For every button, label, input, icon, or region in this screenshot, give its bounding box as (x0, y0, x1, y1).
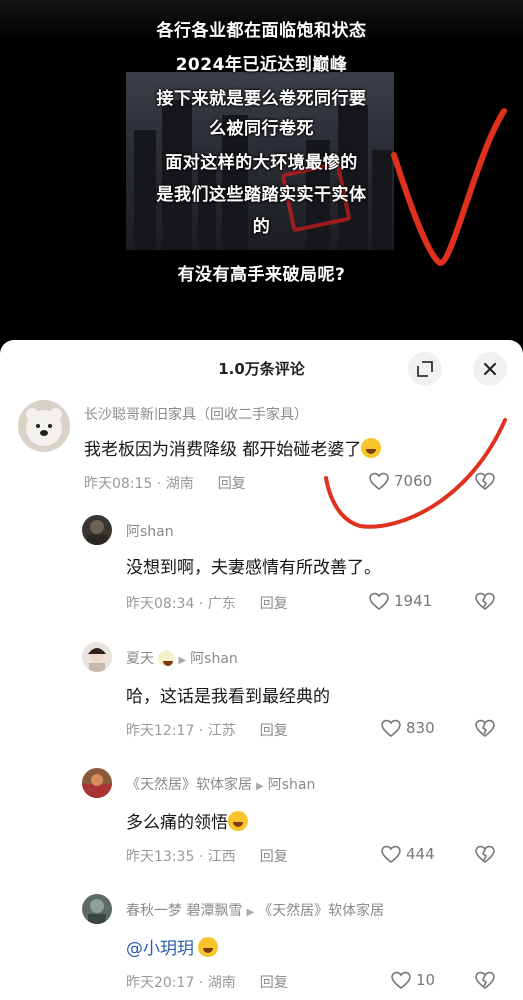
smirk-emoji-icon (228, 811, 248, 831)
expand-button[interactable] (408, 352, 442, 386)
reply-button[interactable]: 回复 (260, 596, 288, 612)
reply-meta: 昨天13:35 · 江西 回复 (126, 846, 288, 866)
reply-text: 没想到啊，夫妻感情有所改善了。 (126, 558, 381, 578)
broken-heart-icon (475, 592, 495, 611)
like-count: 444 (406, 845, 435, 863)
reply-username: 春秋一梦 碧潭飘雪 ▶ 《天然居》软体家居 (126, 900, 384, 920)
reply-text: 多么痛的领悟 (126, 808, 248, 833)
reply-meta: 昨天08:34 · 广东 回复 (126, 593, 288, 613)
reply-target-username[interactable]: 《天然居》软体家居 (258, 903, 384, 919)
broken-heart-icon (475, 971, 495, 990)
reply-time-location: 昨天20:17 · 湖南 (126, 975, 236, 991)
reply-target-username[interactable]: 阿shan (268, 777, 316, 793)
reply-target-username[interactable]: 阿shan (190, 651, 238, 667)
reply-time-location: 昨天08:34 · 广东 (126, 596, 236, 612)
like-button[interactable]: 10 (390, 970, 435, 990)
red-checkmark-annotation (391, 108, 507, 266)
reply-username: 夏天 ▶ 阿shan (126, 648, 238, 668)
dislike-button[interactable] (474, 970, 496, 994)
reply-username[interactable]: 阿shan (126, 521, 174, 541)
heart-icon (381, 719, 401, 738)
like-button[interactable]: 444 (380, 844, 435, 864)
reply-username-text[interactable]: 《天然居》软体家居 (126, 777, 252, 793)
sun-icon (158, 650, 175, 666)
reply-time-location: 昨天12:17 · 江苏 (126, 723, 236, 739)
reply-username-text[interactable]: 春秋一梦 碧潭飘雪 (126, 903, 242, 919)
comment-time-location: 昨天08:15 · 湖南 (84, 476, 194, 492)
reply-meta: 昨天20:17 · 湖南 回复 (126, 972, 288, 992)
reply-username: 《天然居》软体家居 ▶ 阿shan (126, 774, 315, 794)
close-button[interactable] (473, 352, 507, 386)
like-count: 830 (406, 719, 435, 737)
comments-count-title: 1.0万条评论 (218, 360, 305, 378)
dislike-button[interactable] (474, 591, 496, 615)
broken-heart-icon (475, 472, 495, 491)
heart-icon (369, 472, 389, 491)
reply-button[interactable]: 回复 (260, 849, 288, 865)
avatar[interactable] (82, 642, 112, 672)
avatar[interactable] (82, 768, 112, 798)
comment-text-body: 我老板因为消费降级 都开始碰老婆了 (84, 440, 362, 460)
reply-button[interactable]: 回复 (218, 476, 246, 492)
video-frame[interactable]: 各行各业都在面临饱和状态 2024年已近达到巅峰 接下来就是要么卷死同行要 么被… (0, 0, 523, 340)
reply-arrow-icon: ▶ (178, 655, 187, 666)
laughing-tears-emoji-icon (361, 438, 382, 458)
reply-text-body: 多么痛的领悟 (126, 813, 228, 833)
mention-link[interactable]: @小玥玥 (126, 939, 194, 959)
comment-text: 我老板因为消费降级 都开始碰老婆了 (84, 435, 382, 460)
comment-meta: 昨天08:15 · 湖南 回复 (84, 473, 246, 493)
comment-username[interactable]: 长沙聪哥新旧家具（回收二手家具） (84, 404, 308, 424)
like-count: 7060 (394, 472, 433, 490)
broken-heart-icon (475, 719, 495, 738)
reply-button[interactable]: 回复 (260, 975, 288, 991)
reply-meta: 昨天12:17 · 江苏 回复 (126, 720, 288, 740)
broken-heart-icon (475, 845, 495, 864)
like-button[interactable]: 830 (380, 718, 435, 738)
reply-text: @小玥玥 (126, 934, 218, 959)
avatar[interactable] (82, 894, 112, 924)
dislike-button[interactable] (474, 471, 496, 495)
video-caption-line-2: 2024年已近达到巅峰 (175, 55, 348, 75)
like-button[interactable]: 7060 (368, 471, 432, 491)
avatar[interactable] (18, 400, 70, 452)
dislike-button[interactable] (474, 844, 496, 868)
video-caption-line-1: 各行各业都在面临饱和状态 (156, 21, 367, 41)
like-count: 1941 (394, 592, 433, 610)
comments-sheet: 1.0万条评论 长沙聪哥新旧家具（回收二手家具） 我老板因为消费降级 都开始碰老… (0, 340, 523, 1000)
reply-username-text[interactable]: 夏天 (126, 651, 154, 667)
reply-text: 哈，这话是我看到最经典的 (126, 687, 330, 707)
avatar[interactable] (82, 515, 112, 545)
close-icon (484, 363, 496, 375)
reply-button[interactable]: 回复 (260, 723, 288, 739)
heart-icon (391, 971, 411, 990)
heart-icon (369, 592, 389, 611)
reply-arrow-icon: ▶ (256, 781, 264, 792)
laughing-tears-emoji-icon (198, 937, 218, 957)
expand-icon (417, 361, 433, 377)
dislike-button[interactable] (474, 718, 496, 742)
reply-arrow-icon: ▶ (246, 907, 255, 918)
heart-icon (381, 845, 401, 864)
like-count: 10 (416, 971, 436, 989)
reply-time-location: 昨天13:35 · 江西 (126, 849, 236, 865)
like-button[interactable]: 1941 (368, 591, 432, 611)
